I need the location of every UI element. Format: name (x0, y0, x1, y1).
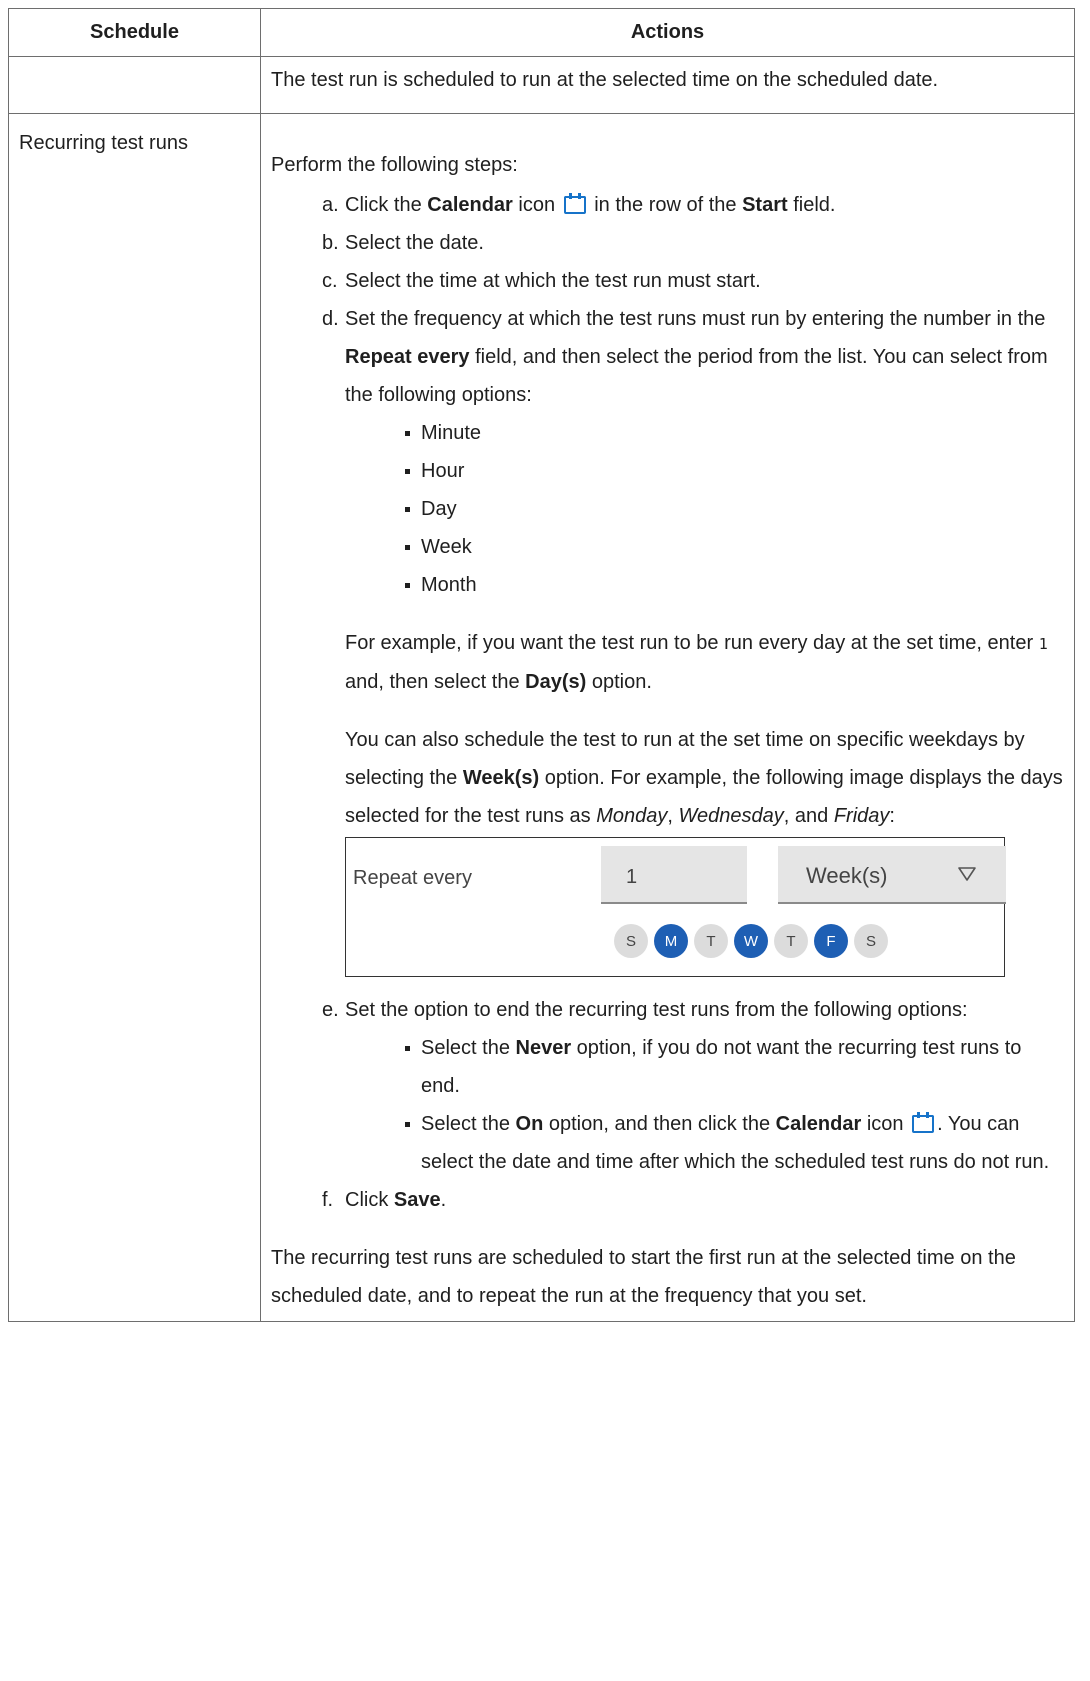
table-row: Recurring test runs Perform the followin… (8, 113, 1075, 1322)
period-options-list: Minute Hour Day Week Month (345, 414, 1064, 604)
text: Select the (421, 1037, 516, 1059)
repeat-every-figure: Repeat every 1 Week(s) SMTWTFS (345, 837, 1006, 977)
table-header-row: Schedule Actions (8, 8, 1075, 57)
text: , and (783, 805, 834, 827)
end-options-list: Select the Never option, if you do not w… (345, 1029, 1064, 1181)
text: icon (512, 194, 561, 216)
bold-text: On (515, 1113, 544, 1135)
step-marker: b. (322, 232, 339, 254)
bold-text: Never (515, 1037, 572, 1059)
schedule-label (9, 57, 260, 75)
text: . (440, 1189, 447, 1211)
weekly-paragraph: You can also schedule the test to run at… (345, 721, 1064, 835)
text: option, and then click the (543, 1113, 776, 1135)
list-item: Hour (405, 452, 1064, 490)
bold-text: Start (742, 194, 788, 216)
step-marker: d. (322, 308, 339, 330)
step-a: a. Click the Calendar icon in the row of… (322, 186, 1064, 224)
weekday-toggle[interactable]: T (694, 924, 728, 958)
bold-text: Day(s) (525, 671, 587, 693)
schedule-label: Recurring test runs (19, 132, 188, 154)
code-text: 1 (1038, 635, 1048, 653)
step-marker: c. (322, 270, 338, 292)
calendar-icon (912, 1112, 935, 1133)
result-text: The test run is scheduled to run at the … (271, 69, 939, 91)
list-item: Day (405, 490, 1064, 528)
step-text: Select the date. (345, 232, 484, 254)
text: Set the frequency at which the test runs… (345, 308, 1046, 330)
italic-text: Friday (833, 805, 890, 827)
period-select[interactable]: Week(s) (778, 846, 1006, 904)
step-marker: a. (322, 194, 339, 216)
step-b: b. Select the date. (322, 224, 1064, 262)
period-value: Week(s) (806, 863, 888, 888)
text: : (889, 805, 895, 827)
schedule-cell (8, 56, 261, 114)
triangle-down-icon (958, 867, 976, 881)
step-e: e. Set the option to end the recurring t… (322, 991, 1064, 1181)
calendar-icon (563, 193, 586, 214)
text: , (667, 805, 679, 827)
bold-text: Calendar (427, 194, 513, 216)
list-item: Select the On option, and then click the… (405, 1105, 1064, 1181)
intro-text: Perform the following steps: (271, 154, 518, 176)
actions-cell: The test run is scheduled to run at the … (260, 56, 1075, 114)
text: Select the (421, 1113, 516, 1135)
step-text: Set the option to end the recurring test… (345, 999, 968, 1021)
text: Click (345, 1189, 394, 1211)
schedule-actions-table: Schedule Actions The test run is schedul… (8, 8, 1075, 1322)
list-item: Month (405, 566, 1064, 604)
weekday-selector: SMTWTFS (614, 924, 894, 960)
weekday-toggle[interactable]: M (654, 924, 688, 958)
bold-text: Repeat every (345, 346, 470, 368)
steps-list: a. Click the Calendar icon in the row of… (271, 186, 1064, 1219)
text: For example, if you want the test run to… (345, 632, 1039, 654)
table-row: The test run is scheduled to run at the … (8, 56, 1075, 114)
example-paragraph: For example, if you want the test run to… (345, 624, 1064, 701)
repeat-every-label: Repeat every (353, 867, 472, 889)
bold-text: Save (393, 1189, 441, 1211)
text: icon (861, 1113, 910, 1135)
weekday-toggle[interactable]: F (814, 924, 848, 958)
list-item: Week (405, 528, 1064, 566)
repeat-number-input[interactable]: 1 (601, 846, 747, 904)
weekday-toggle[interactable]: S (614, 924, 648, 958)
text: option. (586, 671, 652, 693)
weekday-toggle[interactable]: W (734, 924, 768, 958)
step-d: d. Set the frequency at which the test r… (322, 300, 1064, 977)
text: and, then select the (345, 671, 526, 693)
header-actions: Actions (260, 8, 1075, 57)
italic-text: Monday (596, 805, 668, 827)
step-c: c. Select the time at which the test run… (322, 262, 1064, 300)
step-marker: f. (322, 1189, 334, 1211)
header-schedule: Schedule (8, 8, 261, 57)
weekday-toggle[interactable]: S (854, 924, 888, 958)
actions-cell: Perform the following steps: a. Click th… (260, 113, 1075, 1322)
text: field. (787, 194, 836, 216)
weekday-toggle[interactable]: T (774, 924, 808, 958)
italic-text: Wednesday (678, 805, 784, 827)
bold-text: Week(s) (462, 767, 540, 789)
list-item: Select the Never option, if you do not w… (405, 1029, 1064, 1105)
repeat-number-value: 1 (626, 866, 638, 888)
text: Click the (345, 194, 428, 216)
step-marker: e. (322, 999, 339, 1021)
schedule-cell: Recurring test runs (8, 113, 261, 1322)
step-f: f. Click Save. (322, 1181, 1064, 1219)
list-item: Minute (405, 414, 1064, 452)
outro-text: The recurring test runs are scheduled to… (271, 1247, 1016, 1307)
bold-text: Calendar (775, 1113, 862, 1135)
text: in the row of the (588, 194, 743, 216)
step-text: Select the time at which the test run mu… (345, 270, 761, 292)
